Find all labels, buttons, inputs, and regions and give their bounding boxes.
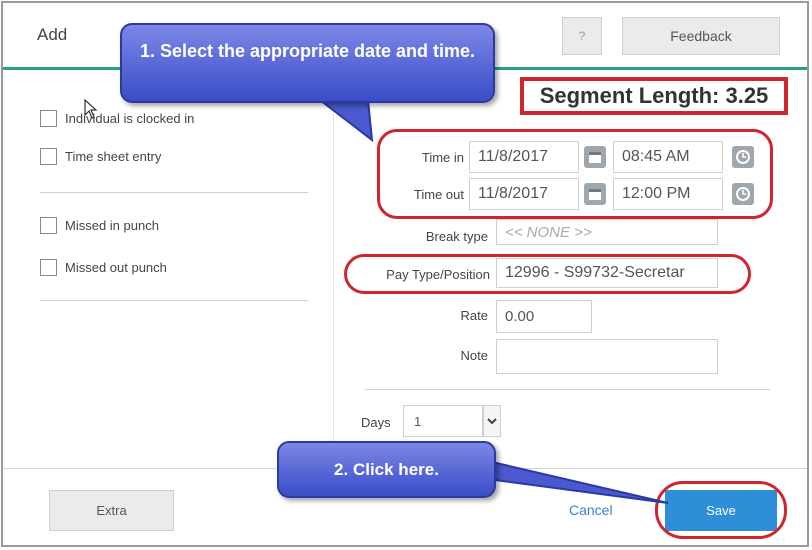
callout-1-pointer (317, 99, 374, 143)
callout-step-2: 2. Click here. (277, 441, 496, 498)
callout-2-pointer (478, 460, 669, 504)
callout-step-1: 1. Select the appropriate date and time. (120, 23, 495, 103)
mouse-pointer-icon (84, 99, 98, 119)
